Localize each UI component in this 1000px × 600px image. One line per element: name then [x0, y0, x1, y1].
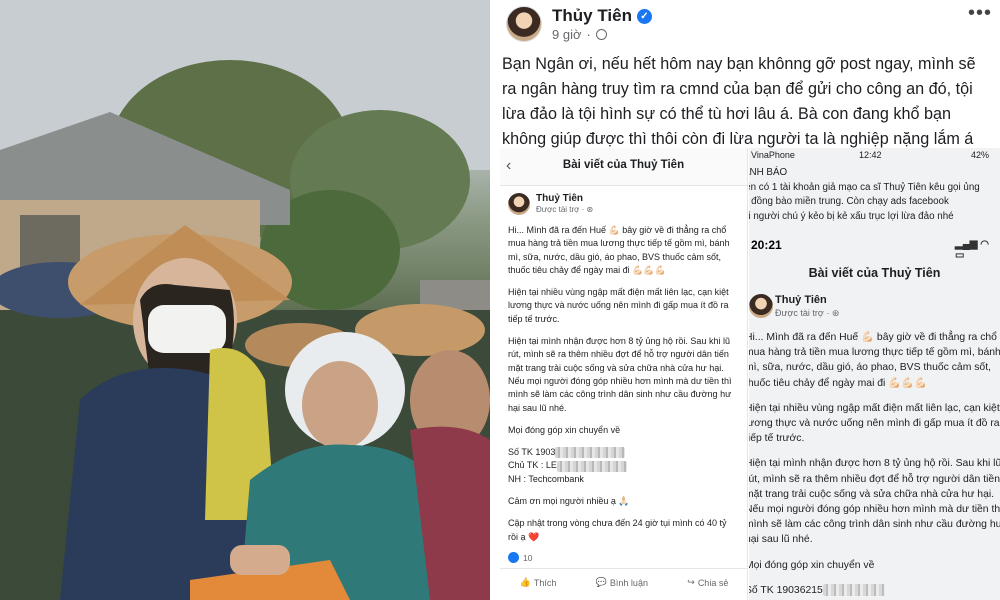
phone-status-bar-2: 20:21 ▂▄▆ ◠ ▭ [749, 234, 1000, 261]
warning-line: ộ đồng bào miền trung. Còn chạy ads face… [749, 196, 949, 207]
author-name[interactable]: Thủy Tiên [552, 6, 632, 26]
screenshot-paragraph: Hiện tại mình nhận được hơn 8 tỷ ủng hộ … [508, 336, 732, 413]
screenshot-body: Hi... Mình đã ra đến Huế 💪🏻 bây giờ về đ… [500, 220, 747, 544]
signal-wifi-battery-icon: ▂▄▆ ◠ ▭ [955, 239, 989, 261]
screenshot-avatar [749, 294, 773, 318]
screenshot-sponsored: Được tài trợ · ⊛ [775, 308, 840, 318]
embedded-screenshot-right: VinaPhone 12:42 42% ẢNH BÁO iện có 1 tài… [749, 148, 1000, 600]
screenshot-body: Hi... Mình đã ra đến Huế 💪🏻 bây giờ về đ… [749, 330, 1000, 598]
like-reaction-icon [508, 552, 519, 563]
blurred-number [555, 447, 626, 459]
blurred-name [556, 460, 627, 472]
screenshot-actions: 👍 Thích 💬 Bình luận ↪ Chia sẻ [500, 568, 747, 596]
screenshot-nav-bar: ‹ Bài viết của Thuỷ Tiên [500, 148, 747, 186]
share-button: ↪ Chia sẻ [687, 577, 729, 588]
screenshot-paragraph: Mọi đóng góp xin chuyển về [508, 424, 621, 435]
warning-line: iện có 1 tài khoản giả mạo ca sĩ Thuỷ Ti… [749, 181, 980, 193]
screenshot-post-header: Thuỷ Tiên Được tài trợ · ⊛ [500, 186, 747, 220]
blurred-number [822, 584, 885, 597]
warning-line: ọi người chú ý kẻo bị kẻ xấu trục lợi lừ… [749, 210, 954, 222]
bank-name: NH : Techcombank [508, 473, 584, 484]
embedded-screenshot-left: ‹ Bài viết của Thuỷ Tiên Thuỷ Tiên Được … [500, 148, 748, 600]
screenshot-paragraph: Cập nhật trong vòng chưa đến 24 giờ tụi … [508, 518, 727, 542]
screenshot-sponsored: Được tài trợ · ⊛ [536, 205, 594, 214]
globe-icon: · [586, 27, 591, 42]
reaction-count: 10 [508, 552, 532, 563]
account-number: Số TK 1903 [508, 447, 556, 458]
author-name-row: Thủy Tiên ✓ [552, 6, 652, 26]
post-time[interactable]: 9 giờ [552, 27, 582, 42]
screenshot-title: Bài viết của Thuỷ Tiên [808, 266, 941, 280]
post-time-row: 9 giờ · [552, 27, 607, 42]
account-info: Số TK 1903 Chủ TK : LE NH : Techcombank [508, 446, 739, 486]
status-clock: 12:42 [859, 150, 882, 160]
warning-text: ẢNH BÁO iện có 1 tài khoản giả mạo ca sĩ… [749, 162, 1000, 224]
public-globe-icon [595, 29, 607, 40]
reaction-number: 10 [523, 552, 533, 563]
screenshot-title: Bài viết của Thuỷ Tiên [562, 159, 685, 171]
more-options-button[interactable]: ••• [968, 2, 992, 25]
screenshot-paragraph: Mọi đóng góp xin chuyển về [749, 559, 875, 571]
screenshot-paragraph: Hi... Mình đã ra đến Huế 💪🏻 bây giờ về đ… [508, 225, 730, 275]
screenshot-avatar [508, 193, 530, 215]
screenshot-paragraph: Cảm ơn mọi người nhiều ạ 🙏🏻 [508, 496, 630, 507]
account-number: Số TK 19036215 [749, 584, 823, 596]
comment-button: 💬 Bình luận [595, 577, 648, 588]
phone-status-bar: VinaPhone 12:42 42% [749, 148, 1000, 162]
status-time: 20:21 [751, 238, 782, 252]
screenshot-author: Thuỷ Tiên [775, 294, 827, 306]
screenshot-paragraph: Hiện tại nhiều vùng ngập mất điện mất li… [508, 287, 729, 324]
screenshot-post-header: Thuỷ Tiên Được tài trợ · ⊛ [749, 288, 1000, 326]
account-holder: Chủ TK : LE [508, 460, 557, 471]
screenshot-paragraph: Hiện tại nhiều vùng ngập mất điện mất li… [749, 402, 1000, 445]
battery-level: 42% [971, 150, 990, 160]
warning-title: ẢNH BÁO [749, 167, 788, 178]
account-info: Số TK 19036215 [749, 583, 1000, 598]
screenshot-paragraph: Hiện tại mình nhận được hơn 8 tỷ ủng hộ … [749, 458, 1000, 546]
like-button: 👍 Thích [519, 577, 557, 588]
author-avatar[interactable] [506, 6, 542, 42]
relief-photo [0, 0, 490, 600]
carrier: VinaPhone [751, 150, 795, 160]
comment-icon: 💬 [595, 577, 607, 587]
thumbs-up-icon: 👍 [519, 577, 531, 587]
post-header: Thủy Tiên ✓ 9 giờ · ••• [490, 0, 1000, 48]
verified-badge-icon: ✓ [636, 8, 652, 24]
share-icon: ↪ [687, 577, 695, 587]
screenshot-paragraph: Hi... Mình đã ra đến Huế 💪🏻 bây giờ về đ… [749, 332, 1000, 389]
screenshot-author: Thuỷ Tiên [536, 193, 584, 204]
